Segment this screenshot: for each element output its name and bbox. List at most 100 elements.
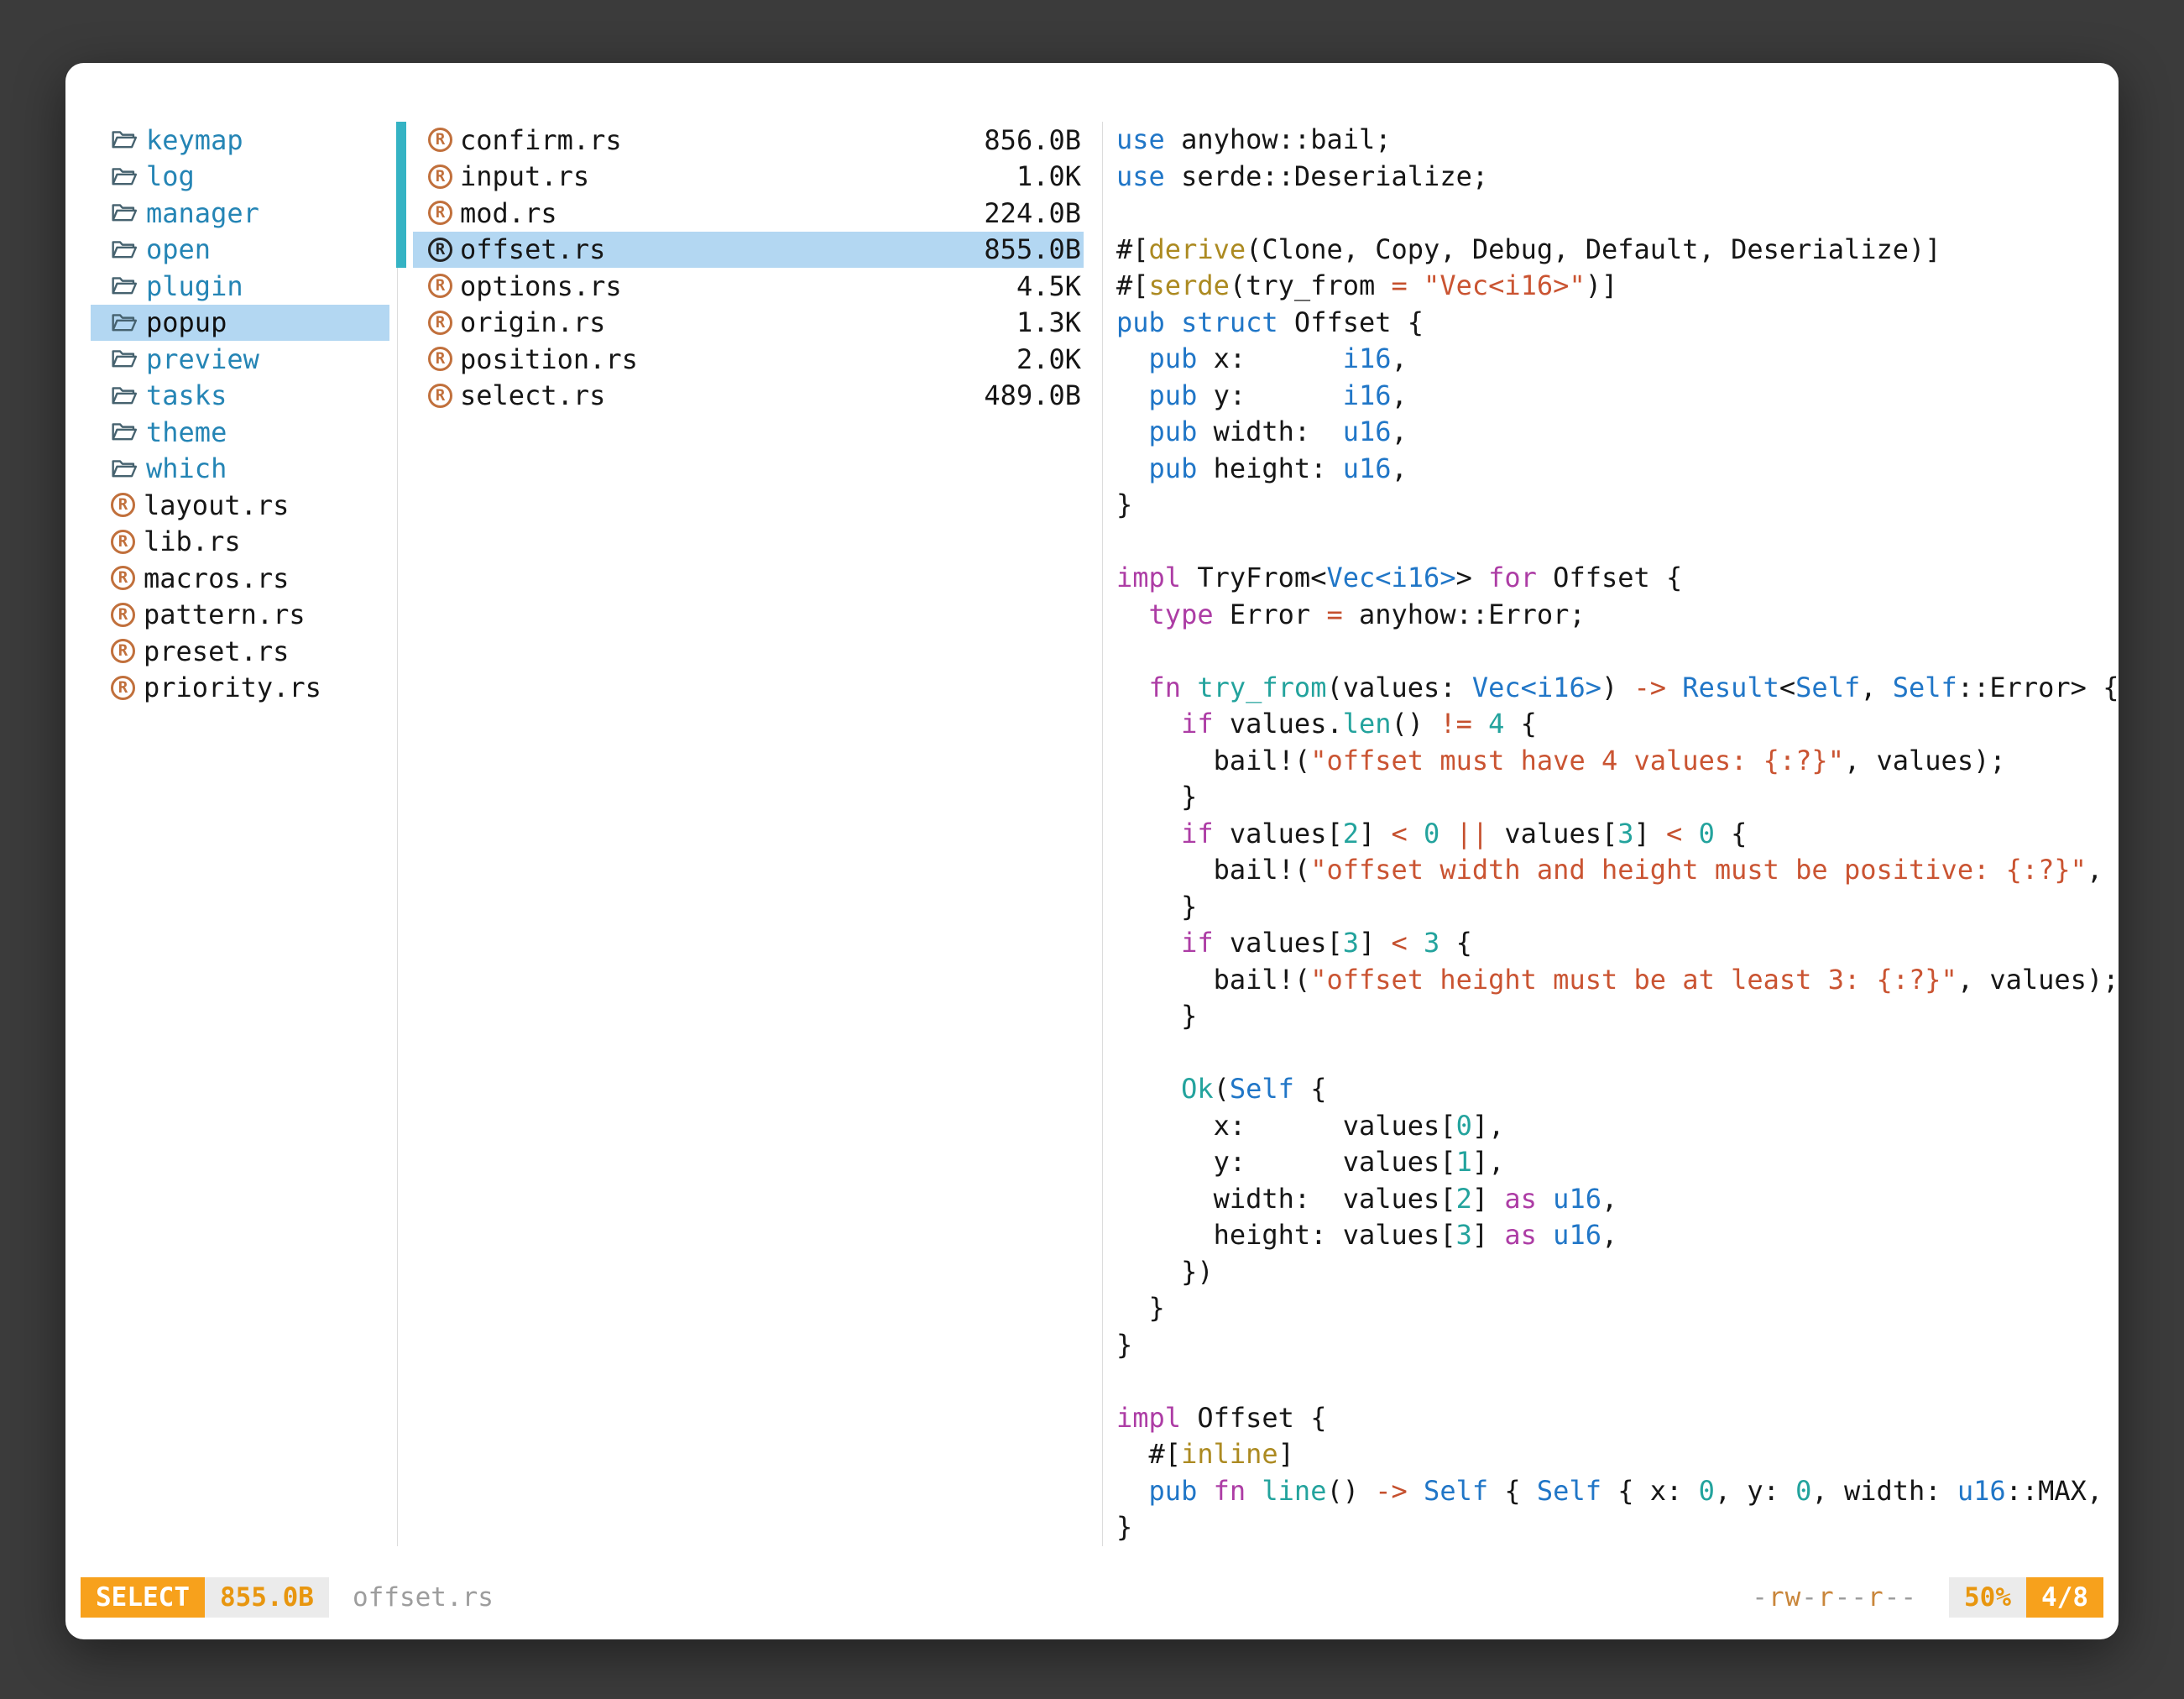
code-line: fn try_from(values: Vec<i16>) -> Result<… <box>1116 670 2119 707</box>
sidebar-item-label: plugin <box>146 270 243 302</box>
file-size: 1.0K <box>1016 160 1081 192</box>
sidebar-item-label: manager <box>146 197 259 229</box>
rust-file-icon: R <box>111 530 135 554</box>
sidebar-item-lib.rs[interactable]: Rlib.rs <box>91 524 389 561</box>
current-pane: Rconfirm.rs856.0BRinput.rs1.0KRmod.rs224… <box>397 122 1102 1546</box>
sidebar-item-label: preview <box>146 343 259 375</box>
file-size: 4.5K <box>1016 270 1081 302</box>
file-size: 489.0B <box>984 379 1081 411</box>
code-line: } <box>1116 889 2119 926</box>
parent-pane: keymap log manager open plugin popup pre… <box>65 122 397 1546</box>
code-preview: use anyhow::bail;use serde::Deserialize;… <box>1103 122 2119 1546</box>
file-name: confirm.rs <box>460 124 622 156</box>
sidebar-item-plugin[interactable]: plugin <box>91 268 389 305</box>
file-row-position.rs[interactable]: Rposition.rs 2.0K <box>413 341 1084 378</box>
code-line: use serde::Deserialize; <box>1116 159 2119 196</box>
folder-icon <box>111 201 138 224</box>
rust-file-icon: R <box>428 311 452 335</box>
code-line: type Error = anyhow::Error; <box>1116 597 2119 634</box>
file-name: position.rs <box>460 343 638 375</box>
code-line: bail!("offset must have 4 values: {:?}",… <box>1116 743 2119 780</box>
code-line: if values[2] < 0 || values[3] < 0 { <box>1116 816 2119 853</box>
file-row-options.rs[interactable]: Roptions.rs4.5K <box>413 268 1084 305</box>
sidebar-item-keymap[interactable]: keymap <box>91 122 389 159</box>
sidebar-item-preview[interactable]: preview <box>91 341 389 378</box>
scroll-percent-chip: 50% <box>1949 1577 2026 1618</box>
rust-file-icon: R <box>428 274 452 298</box>
cursor-position-badge: 4/8 <box>2026 1577 2103 1618</box>
folder-icon <box>111 274 138 297</box>
file-size: 1.3K <box>1016 306 1081 338</box>
file-row-origin.rs[interactable]: Rorigin.rs 1.3K <box>413 305 1084 342</box>
code-line: bail!("offset width and height must be p… <box>1116 852 2119 889</box>
permissions: -rw-r--r-- <box>1752 1582 1917 1613</box>
code-line: } <box>1116 1327 2119 1364</box>
sidebar-item-open[interactable]: open <box>91 232 389 269</box>
file-size-chip: 855.0B <box>205 1577 329 1618</box>
code-line: pub height: u16, <box>1116 451 2119 488</box>
file-row-offset.rs[interactable]: Roffset.rs855.0B <box>413 232 1084 269</box>
sidebar-item-label: tasks <box>146 379 227 411</box>
file-row-input.rs[interactable]: Rinput.rs1.0K <box>413 159 1084 196</box>
code-line: Ok(Self { <box>1116 1071 2119 1108</box>
code-line: }) <box>1116 1254 2119 1291</box>
sidebar-item-preset.rs[interactable]: Rpreset.rs <box>91 633 389 670</box>
code-line: } <box>1116 487 2119 524</box>
sidebar-item-which[interactable]: which <box>91 451 389 488</box>
sidebar-item-label: theme <box>146 416 227 448</box>
file-size: 2.0K <box>1016 343 1081 375</box>
file-row-confirm.rs[interactable]: Rconfirm.rs856.0B <box>413 122 1084 159</box>
sidebar-item-pattern.rs[interactable]: Rpattern.rs <box>91 597 389 634</box>
sidebar-item-label: priority.rs <box>144 672 321 703</box>
sidebar-item-tasks[interactable]: tasks <box>91 378 389 415</box>
sidebar-item-manager[interactable]: manager <box>91 195 389 232</box>
folder-icon <box>111 384 138 407</box>
rust-file-icon: R <box>428 165 452 189</box>
code-line: pub fn line() -> Self { Self { x: 0, y: … <box>1116 1473 2119 1510</box>
code-line: } <box>1116 1509 2119 1546</box>
rust-file-icon: R <box>428 347 452 371</box>
rust-file-icon: R <box>111 676 135 700</box>
file-name: select.rs <box>460 379 605 411</box>
code-line: pub y: i16, <box>1116 378 2119 415</box>
code-line: if values.len() != 4 { <box>1116 706 2119 743</box>
sidebar-item-priority.rs[interactable]: Rpriority.rs <box>91 670 389 707</box>
rust-file-icon: R <box>428 238 452 262</box>
folder-icon <box>111 311 138 334</box>
file-row-select.rs[interactable]: Rselect.rs489.0B <box>413 378 1084 415</box>
sidebar-item-layout.rs[interactable]: Rlayout.rs <box>91 487 389 524</box>
code-line: use anyhow::bail; <box>1116 122 2119 159</box>
rust-file-icon: R <box>428 201 452 225</box>
sidebar-item-log[interactable]: log <box>91 159 389 196</box>
folder-icon <box>111 238 138 261</box>
code-line: bail!("offset height must be at least 3:… <box>1116 962 2119 999</box>
sidebar-item-theme[interactable]: theme <box>91 414 389 451</box>
code-line: height: values[3] as u16, <box>1116 1217 2119 1254</box>
code-line <box>1116 1363 2119 1400</box>
sidebar-item-label: pattern.rs <box>144 599 306 630</box>
file-row-mod.rs[interactable]: Rmod.rs224.0B <box>413 195 1084 232</box>
rust-file-icon: R <box>428 128 452 152</box>
sidebar-item-macros.rs[interactable]: Rmacros.rs <box>91 560 389 597</box>
code-line: pub struct Offset { <box>1116 305 2119 342</box>
code-line: #[derive(Clone, Copy, Debug, Default, De… <box>1116 232 2119 269</box>
status-bar: SELECT 855.0B offset.rs -rw-r--r-- 50% 4… <box>81 1577 2103 1618</box>
code-line: x: values[0], <box>1116 1108 2119 1145</box>
code-line: } <box>1116 779 2119 816</box>
mode-badge: SELECT <box>81 1577 205 1618</box>
sidebar-item-popup[interactable]: popup <box>91 305 389 342</box>
code-line <box>1116 524 2119 561</box>
file-name: mod.rs <box>460 197 557 229</box>
code-line: } <box>1116 1290 2119 1327</box>
code-line: } <box>1116 998 2119 1035</box>
code-line: #[serde(try_from = "Vec<i16>")] <box>1116 268 2119 305</box>
rust-file-icon: R <box>111 603 135 627</box>
code-line: y: values[1], <box>1116 1144 2119 1181</box>
file-name: origin.rs <box>460 306 605 338</box>
sidebar-item-label: preset.rs <box>144 635 289 667</box>
scrollbar-thumb[interactable] <box>396 122 406 268</box>
code-line: pub x: i16, <box>1116 341 2119 378</box>
code-line: impl TryFrom<Vec<i16>> for Offset { <box>1116 560 2119 597</box>
code-line: pub width: u16, <box>1116 414 2119 451</box>
status-filename: offset.rs <box>353 1582 494 1613</box>
